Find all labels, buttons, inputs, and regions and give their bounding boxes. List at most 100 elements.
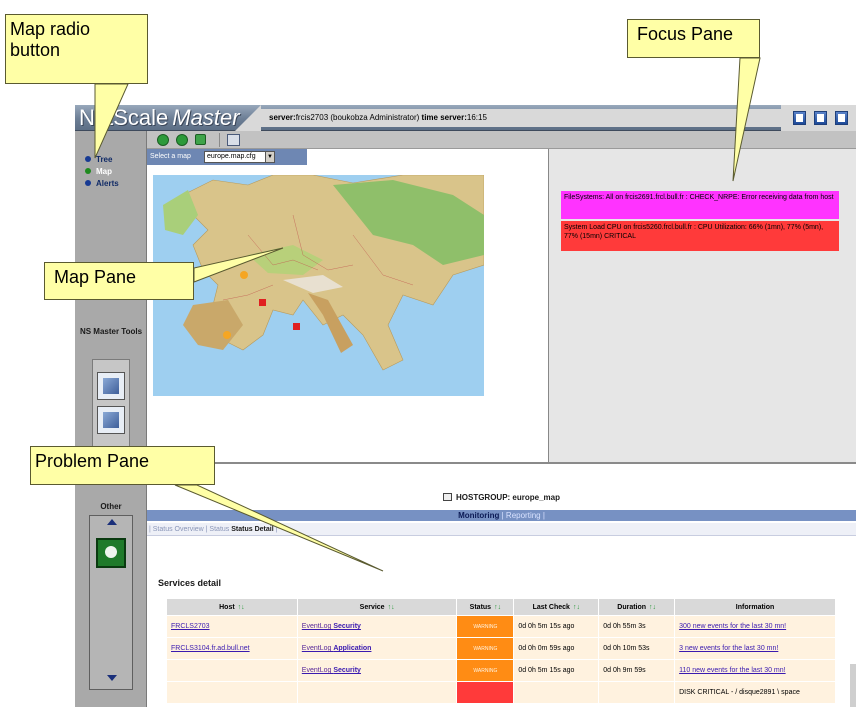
callout-problem-pane: Problem Pane	[30, 446, 215, 485]
subnav-overview-link[interactable]: | Status Overview | Status	[149, 526, 229, 533]
col-status[interactable]: Status ↑↓	[456, 598, 515, 616]
radio-alerts[interactable]: Alerts	[85, 177, 119, 189]
application-window: NetScale Master server:frcis2703 (boukobz…	[75, 105, 856, 707]
host-empty	[166, 659, 298, 682]
hostgroup-title: HOSTGROUP: europe_map	[147, 493, 856, 502]
col-host[interactable]: Host ↑↓	[166, 598, 298, 616]
host-link[interactable]: FRCLS3104.fr.ad.bull.net	[171, 645, 250, 652]
refresh-icon[interactable]	[195, 134, 206, 145]
monitoring-bar: Monitoring | Reporting |	[147, 510, 856, 521]
time-label: time server:	[421, 113, 467, 122]
server-info: server:frcis2703 (boukobza Administrator…	[261, 109, 781, 127]
information-link[interactable]: 300 new events for the last 30 mn!	[679, 623, 786, 630]
alert-system-load[interactable]: System Load CPU on frcis5260.frcl.bull.f…	[561, 221, 839, 251]
duration: 0d 0h 10m 53s	[598, 637, 676, 660]
focus-pane: FileSystems: All on frcis2691.frcl.bull.…	[549, 149, 856, 462]
sort-arrows-icon[interactable]: ↑↓	[494, 604, 501, 611]
duration: 0d 0h 55m 3s	[598, 615, 676, 638]
col-information: Information	[674, 598, 836, 616]
radio-dot-icon	[85, 180, 91, 186]
table-row: DISK CRITICAL - / disque2891 \ space	[166, 681, 836, 704]
col-last-check[interactable]: Last Check ↑↓	[513, 598, 600, 616]
host-link[interactable]: FRCLS2703	[171, 623, 210, 630]
information-link[interactable]: 3 new events for the last 30 mn!	[679, 645, 778, 652]
logout-icon[interactable]	[835, 111, 848, 125]
sort-arrows-icon[interactable]: ↑↓	[573, 604, 580, 611]
print-icon[interactable]	[227, 134, 240, 146]
callout-focus-pane: Focus Pane	[627, 19, 760, 58]
last-check: 0d 0h 0m 59s ago	[513, 637, 600, 660]
map-toolbar	[147, 131, 856, 149]
status-badge	[456, 681, 515, 704]
host-marker-orange[interactable]	[223, 331, 231, 339]
map-select[interactable]: europe.map.cfg	[204, 151, 274, 163]
callout-map-pane: Map Pane	[44, 262, 194, 300]
forward-icon[interactable]	[176, 134, 188, 146]
table-row: FRCLS3104.fr.ad.bull.net EventLog Applic…	[166, 637, 836, 660]
status-subnav: | Status Overview | Status Status Detail…	[147, 523, 856, 536]
time-value: 16:15	[466, 113, 487, 122]
logo-prefix: NetScale	[79, 105, 169, 130]
map-select-bar: Select a map europe.map.cfg ▼	[147, 149, 307, 165]
tab-reporting[interactable]: | Reporting |	[502, 511, 545, 520]
chevron-down-icon[interactable]: ▼	[265, 151, 275, 163]
chart-tool-button[interactable]	[97, 372, 125, 400]
back-icon[interactable]	[157, 134, 169, 146]
other-title: Other	[100, 502, 122, 511]
help-icon[interactable]	[793, 111, 806, 125]
col-duration[interactable]: Duration ↑↓	[598, 598, 676, 616]
map-pane: Select a map europe.map.cfg ▼	[147, 149, 549, 462]
status-badge: WARNING	[456, 637, 515, 660]
radio-map[interactable]: Map	[85, 165, 112, 177]
other-tool-button[interactable]	[96, 538, 126, 568]
status-badge: WARNING	[456, 659, 515, 682]
service-empty	[296, 681, 458, 704]
service-link[interactable]: EventLog Security	[302, 623, 361, 630]
scrollbar[interactable]	[850, 664, 856, 707]
sort-arrows-icon[interactable]: ↑↓	[388, 604, 395, 611]
sidebar: Tree Map Alerts NS Master Tools Other	[75, 131, 147, 707]
last-check: 0d 0h 5m 15s ago	[513, 659, 600, 682]
logo-suffix: Master	[172, 105, 240, 130]
information-text: DISK CRITICAL - / disque2891 \ space	[674, 681, 836, 704]
other-box	[89, 515, 133, 690]
host-marker-red[interactable]	[259, 299, 266, 306]
tab-monitoring[interactable]: Monitoring	[458, 511, 499, 520]
radio-map-label: Map	[96, 166, 112, 176]
map-select-label: Select a map	[150, 153, 191, 160]
radio-dot-icon	[85, 156, 91, 162]
service-link[interactable]: EventLog Application	[302, 645, 372, 652]
duration	[598, 681, 676, 704]
europe-map[interactable]	[153, 175, 484, 396]
duration: 0d 0h 9m 59s	[598, 659, 676, 682]
sort-arrows-icon[interactable]: ↑↓	[649, 604, 656, 611]
services-table: Host ↑↓ Service ↑↓ Status ↑↓ Last Check ↑↓ D…	[166, 598, 836, 704]
table-row: FRCLS2703 EventLog Security WARNING 0d 0…	[166, 615, 836, 638]
document-icon[interactable]	[814, 111, 827, 125]
problem-pane: HOSTGROUP: europe_map Monitoring | Repor…	[147, 462, 856, 707]
last-check	[513, 681, 600, 704]
service-link[interactable]: EventLog Security	[302, 667, 361, 674]
subnav-end: |	[275, 526, 278, 533]
hostgroup-icon	[442, 493, 452, 501]
server-value: frcis2703 (boukobza Administrator)	[295, 113, 420, 122]
callout-map-radio: Map radio button	[5, 14, 148, 84]
tools-box	[92, 359, 130, 455]
radio-dot-icon	[85, 168, 91, 174]
services-detail-title: Services detail	[158, 578, 222, 588]
toolbar-divider	[219, 133, 220, 147]
scroll-down-icon[interactable]	[107, 675, 117, 681]
server-label: server:	[269, 113, 296, 122]
config-tool-button[interactable]	[97, 406, 125, 434]
table-header-row: Host ↑↓ Service ↑↓ Status ↑↓ Last Check ↑↓ D…	[166, 598, 836, 616]
information-link[interactable]: 110 new events for the last 30 mn!	[679, 667, 786, 674]
alert-filesystems[interactable]: FileSystems: All on frcis2691.frcl.bull.…	[561, 191, 839, 219]
app-logo: NetScale Master	[79, 105, 240, 131]
sort-arrows-icon[interactable]: ↑↓	[238, 604, 245, 611]
radio-tree[interactable]: Tree	[85, 153, 112, 165]
host-marker-orange[interactable]	[240, 271, 248, 279]
host-marker-red[interactable]	[293, 323, 300, 330]
col-service[interactable]: Service ↑↓	[296, 598, 458, 616]
scroll-up-icon[interactable]	[107, 519, 117, 525]
subnav-status-detail[interactable]: Status Detail	[231, 526, 273, 533]
